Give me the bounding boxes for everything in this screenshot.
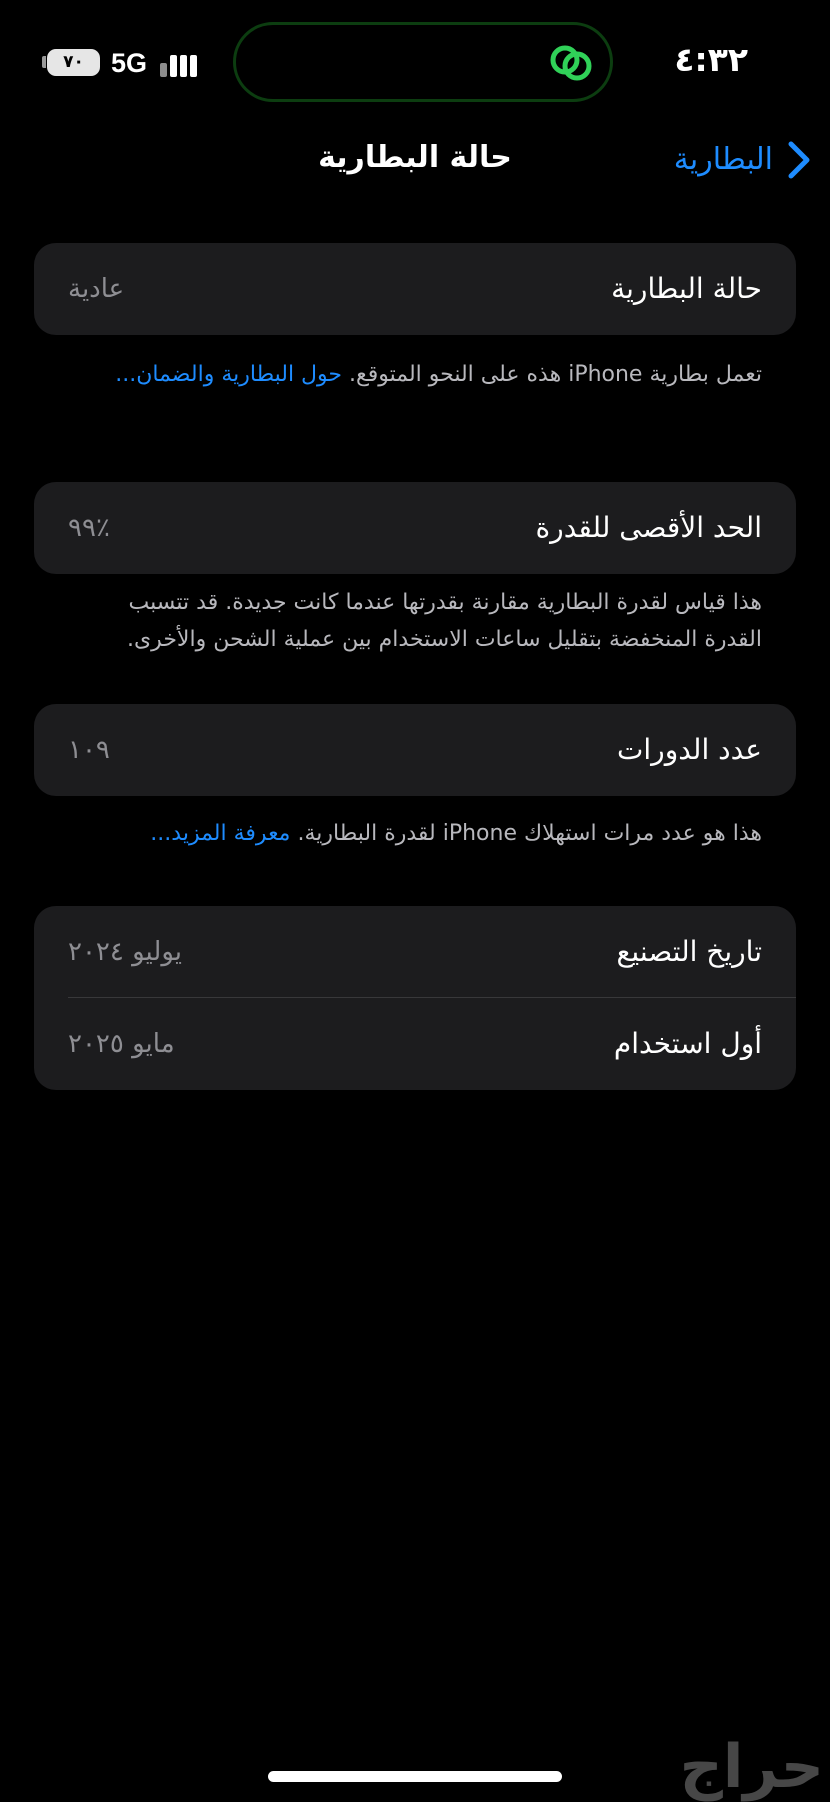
back-button-label[interactable]: البطارية xyxy=(674,134,773,186)
haraj-watermark-logo: حراج xyxy=(679,1732,824,1802)
cycle-count-footnote-text: هذا هو عدد مرات استهلاك iPhone لقدرة الب… xyxy=(297,821,762,846)
status-time: ٤:٣٢ xyxy=(674,40,748,79)
battery-condition-value: عادية xyxy=(68,274,125,304)
battery-condition-row: حالة البطارية عادية xyxy=(34,243,796,335)
max-capacity-footnote-text: هذا قياس لقدرة البطارية مقارنة بقدرتها ع… xyxy=(126,590,762,652)
cycle-count-footnote: هذا هو عدد مرات استهلاك iPhone لقدرة الب… xyxy=(70,815,762,852)
manufacture-date-row: تاريخ التصنيع يوليو ٢٠٢٤ xyxy=(34,906,796,998)
manufacture-date-value: يوليو ٢٠٢٤ xyxy=(68,937,182,967)
home-indicator[interactable] xyxy=(268,1771,562,1782)
first-use-row: أول استخدام مايو ٢٠٢٥ xyxy=(34,998,796,1090)
link-rings-icon xyxy=(550,45,592,81)
status-bar: ٧٠ 5G ٤:٣٢ xyxy=(0,0,830,120)
back-button[interactable]: البطارية xyxy=(674,134,813,186)
dynamic-island[interactable] xyxy=(233,22,613,102)
cycle-count-row: عدد الدورات ١٠٩ xyxy=(34,704,796,796)
battery-warranty-link[interactable]: حول البطارية والضمان... xyxy=(115,362,342,387)
learn-more-link[interactable]: معرفة المزيد... xyxy=(150,821,290,846)
max-capacity-group: الحد الأقصى للقدرة ٪٩٩ xyxy=(34,482,796,574)
battery-condition-group: حالة البطارية عادية xyxy=(34,243,796,335)
battery-icon: ٧٠ xyxy=(47,49,100,76)
battery-tip xyxy=(42,56,46,68)
manufacture-date-label: تاريخ التصنيع xyxy=(616,935,762,968)
cycle-count-value: ١٠٩ xyxy=(68,735,110,765)
max-capacity-label: الحد الأقصى للقدرة xyxy=(535,511,763,544)
max-capacity-row: الحد الأقصى للقدرة ٪٩٩ xyxy=(34,482,796,574)
network-type: 5G xyxy=(111,48,148,78)
battery-condition-footnote: تعمل بطارية iPhone هذه على النحو المتوقع… xyxy=(70,356,762,393)
battery-condition-footnote-text: تعمل بطارية iPhone هذه على النحو المتوقع… xyxy=(349,362,762,387)
cycle-count-group: عدد الدورات ١٠٩ xyxy=(34,704,796,796)
max-capacity-footnote: هذا قياس لقدرة البطارية مقارنة بقدرتها ع… xyxy=(70,584,762,658)
max-capacity-value: ٪٩٩ xyxy=(68,513,110,543)
first-use-value: مايو ٢٠٢٥ xyxy=(68,1029,175,1059)
chevron-right-icon[interactable] xyxy=(783,138,813,182)
first-use-label: أول استخدام xyxy=(613,1027,762,1060)
dates-group: تاريخ التصنيع يوليو ٢٠٢٤ أول استخدام ماي… xyxy=(34,906,796,1090)
cycle-count-label: عدد الدورات xyxy=(617,733,762,766)
cellular-signal-icon xyxy=(160,49,198,77)
battery-condition-label: حالة البطارية xyxy=(611,272,762,305)
